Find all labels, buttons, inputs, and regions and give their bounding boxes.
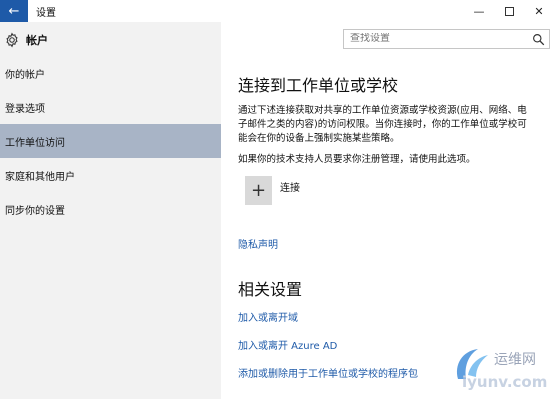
sidebar-header: 帐户 xyxy=(4,30,48,50)
back-button[interactable]: ← xyxy=(0,0,28,22)
minimize-button[interactable]: — xyxy=(464,0,494,22)
sidebar-item-label: 工作单位访问 xyxy=(5,137,65,149)
connect-label[interactable]: 连接 xyxy=(280,179,300,194)
search-icon[interactable] xyxy=(532,33,545,46)
watermark-brand: 运维网 xyxy=(494,352,536,368)
join-leave-azure-ad-link[interactable]: 加入或离开 Azure AD xyxy=(238,337,337,352)
maximize-icon xyxy=(504,6,514,16)
connect-button[interactable]: + xyxy=(245,176,272,205)
join-leave-domain-link[interactable]: 加入或离开域 xyxy=(238,309,298,324)
window-title: 设置 xyxy=(36,8,56,19)
sidebar-item-family-other-users[interactable]: 家庭和其他用户 xyxy=(0,158,221,192)
watermark: 运维网 iyunv.com xyxy=(452,345,552,397)
sidebar-item-sync-settings[interactable]: 同步你的设置 xyxy=(0,192,221,226)
minimize-icon: — xyxy=(473,4,485,18)
close-icon: ✕ xyxy=(534,4,544,18)
title-bar: ← 设置 — ✕ xyxy=(0,0,554,22)
sidebar-item-your-account[interactable]: 你的帐户 xyxy=(0,56,221,90)
sidebar: 帐户 你的帐户 登录选项 工作单位访问 家庭和其他用户 同步你的设置 xyxy=(0,22,221,399)
gear-icon xyxy=(6,32,18,48)
sidebar-item-label: 你的帐户 xyxy=(5,69,45,81)
watermark-domain: iyunv.com xyxy=(462,373,548,391)
sidebar-header-label: 帐户 xyxy=(26,34,48,47)
related-settings-title: 相关设置 xyxy=(238,280,303,299)
sidebar-item-label: 同步你的设置 xyxy=(5,205,65,217)
description-text: 通过下述连接获取对共享的工作单位资源或学校资源(应用、网络、电子邮件之类的内容)… xyxy=(238,105,527,144)
mdm-hint-text: 如果你的技术支持人员要求你注册管理，请使用此选项。 xyxy=(238,154,476,165)
add-remove-package-link[interactable]: 添加或删除用于工作单位或学校的程序包 xyxy=(238,365,418,380)
search-box[interactable] xyxy=(343,29,550,49)
plus-icon: + xyxy=(250,180,267,201)
sidebar-item-label: 登录选项 xyxy=(5,103,45,115)
privacy-link[interactable]: 隐私声明 xyxy=(238,236,278,251)
maximize-button[interactable] xyxy=(494,0,524,22)
sidebar-item-work-access[interactable]: 工作单位访问 xyxy=(0,124,221,158)
page-title: 连接到工作单位或学校 xyxy=(238,76,399,95)
close-button[interactable]: ✕ xyxy=(524,0,554,22)
search-input[interactable] xyxy=(350,33,520,44)
back-arrow-icon: ← xyxy=(8,3,20,19)
sidebar-item-sign-in-options[interactable]: 登录选项 xyxy=(0,90,221,124)
sidebar-item-label: 家庭和其他用户 xyxy=(5,171,75,183)
